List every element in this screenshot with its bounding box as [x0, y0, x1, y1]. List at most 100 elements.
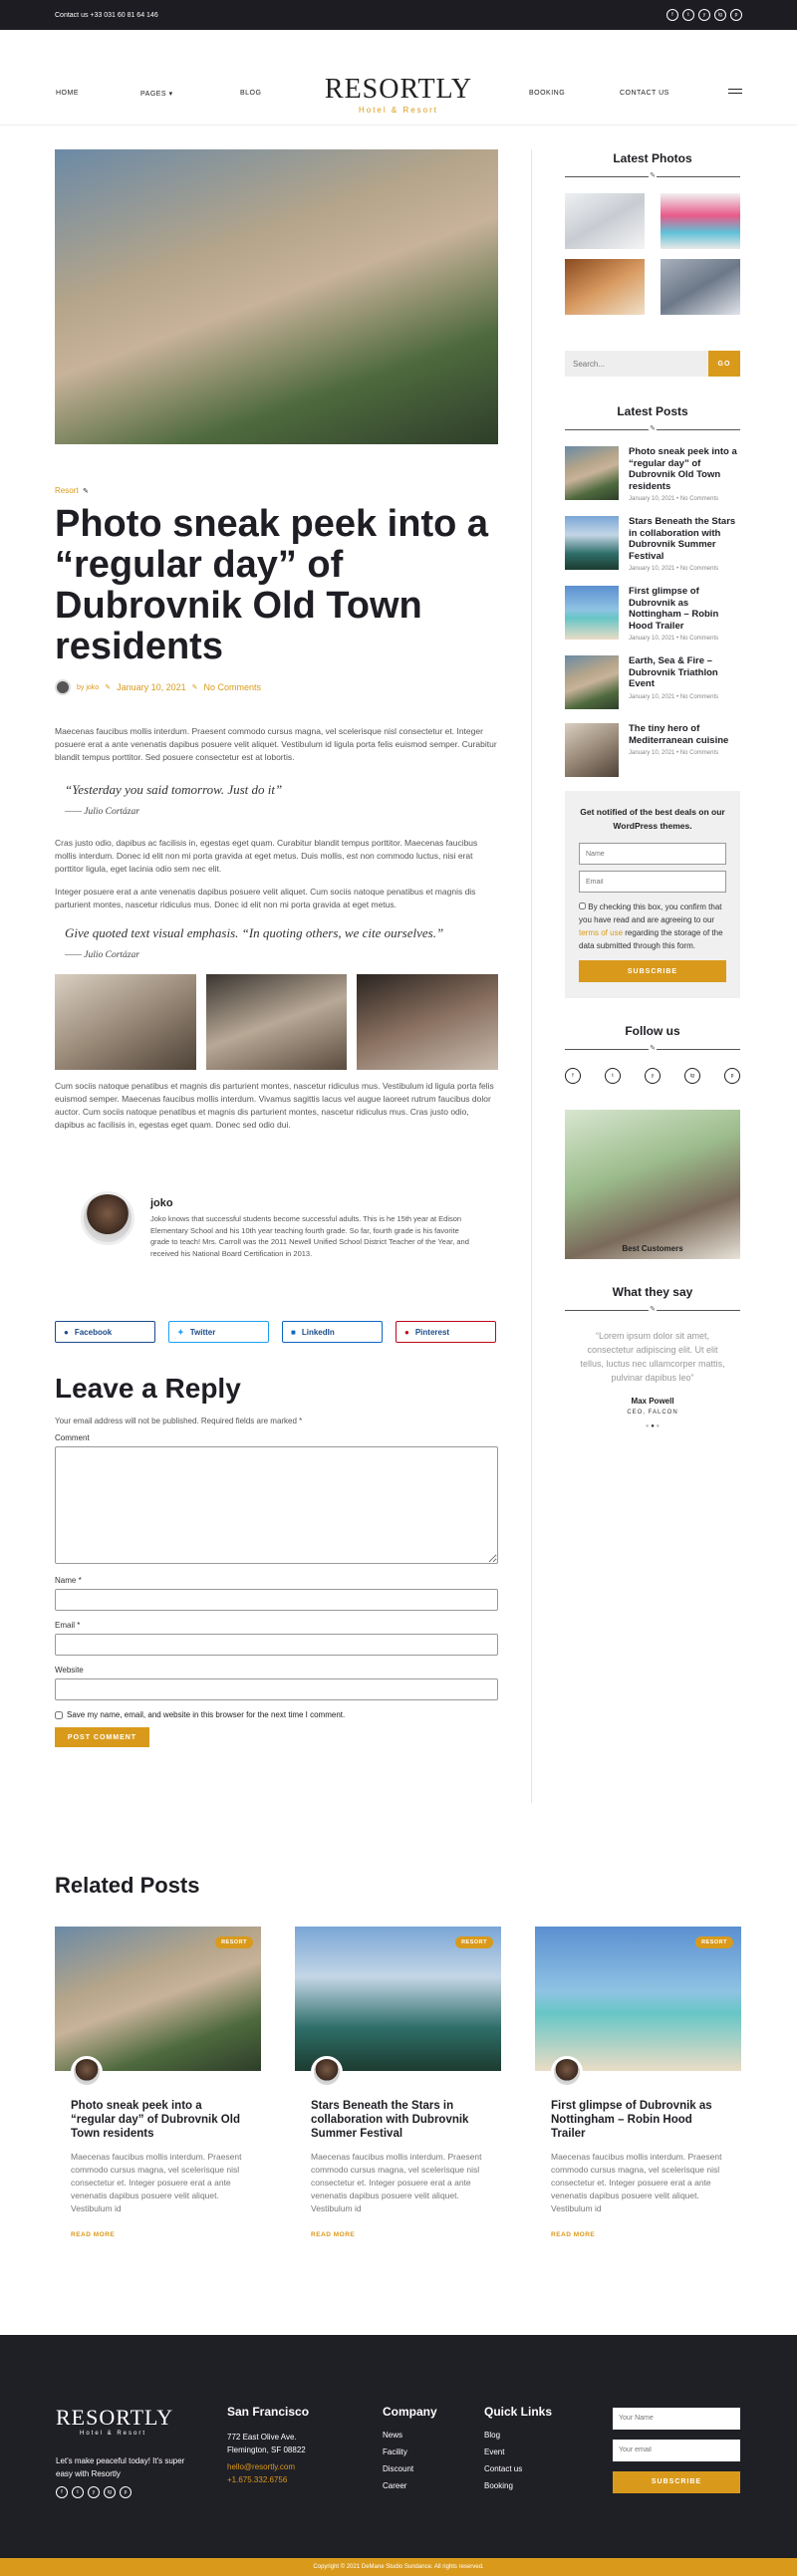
footer-phone[interactable]: +1.675.332.6756	[227, 2475, 309, 2484]
photo-thumb[interactable]	[565, 193, 645, 249]
footer-link[interactable]: Discount	[383, 2464, 437, 2473]
footer-link[interactable]: Contact us	[484, 2464, 552, 2473]
menu-icon[interactable]	[728, 89, 742, 97]
post-date[interactable]: January 10, 2021	[117, 682, 186, 692]
comment-field[interactable]	[55, 1446, 498, 1564]
instagram-icon[interactable]: ig	[104, 2486, 116, 2498]
terms-link[interactable]: terms of use	[579, 928, 623, 937]
footer-subscribe-button[interactable]: SUBSCRIBE	[613, 2470, 740, 2493]
related-post-title[interactable]: First glimpse of Dubrovnik as Nottingham…	[551, 2099, 725, 2141]
photo-thumb[interactable]	[661, 193, 740, 249]
search-input[interactable]	[565, 351, 708, 377]
instagram-icon[interactable]: ig	[684, 1068, 700, 1084]
post-meta: January 10, 2021 • No Comments	[629, 750, 719, 756]
category-link[interactable]: Resort	[55, 486, 79, 495]
read-more-link[interactable]: READ MORE	[551, 2231, 725, 2238]
read-more-link[interactable]: READ MORE	[311, 2231, 485, 2238]
gallery	[55, 974, 499, 1070]
nav-booking[interactable]: BOOKING	[529, 90, 565, 97]
search-button[interactable]: GO	[708, 351, 740, 377]
quote-author: —— Julio Cortázar	[65, 950, 139, 960]
post-title: Stars Beneath the Stars in collaboration…	[629, 516, 736, 562]
carousel-dots[interactable]: ● ● ●	[565, 1423, 740, 1429]
twitter-icon: ✦	[177, 1327, 184, 1337]
youtube-icon[interactable]: y	[645, 1068, 661, 1084]
footer-link[interactable]: Booking	[484, 2481, 552, 2490]
site-logo-sub: Hotel & Resort	[358, 106, 439, 115]
related-card[interactable]: RESORT Stars Beneath the Stars in collab…	[295, 1927, 501, 2238]
list-item[interactable]: Photo sneak peek into a “regular day” of…	[565, 446, 740, 502]
comment-icon: ✎	[191, 684, 198, 691]
site-logo[interactable]: RESORTLY	[0, 74, 797, 106]
author-link[interactable]: by joko	[77, 684, 99, 691]
top-social-icons: f t y ig p	[666, 9, 742, 21]
gallery-image[interactable]	[55, 974, 196, 1070]
share-twitter-button[interactable]: ✦ Twitter	[168, 1321, 269, 1343]
related-card[interactable]: RESORT First glimpse of Dubrovnik as Not…	[535, 1927, 741, 2238]
comments-link[interactable]: No Comments	[204, 682, 262, 692]
article: Resort ✎ Photo sneak peek into a “regula…	[55, 149, 499, 1747]
footer-email-input[interactable]	[613, 2439, 740, 2461]
list-item[interactable]: First glimpse of Dubrovnik as Nottingham…	[565, 586, 740, 642]
footer-link[interactable]: News	[383, 2431, 437, 2440]
youtube-icon[interactable]: y	[698, 9, 710, 21]
related-post-title[interactable]: Photo sneak peek into a “regular day” of…	[71, 2099, 245, 2141]
youtube-icon[interactable]: y	[88, 2486, 100, 2498]
photo-thumb[interactable]	[565, 259, 645, 315]
photo-thumb[interactable]	[661, 259, 740, 315]
footer-name-input[interactable]	[613, 2407, 740, 2430]
footer-link[interactable]: Facility	[383, 2447, 437, 2456]
gallery-image[interactable]	[205, 974, 348, 1070]
share-facebook-button[interactable]: ● Facebook	[55, 1321, 155, 1343]
instagram-icon[interactable]: ig	[714, 9, 726, 21]
name-field[interactable]	[55, 1589, 498, 1611]
footer-link[interactable]: Blog	[484, 2431, 552, 2440]
footer-link[interactable]: Event	[484, 2447, 552, 2456]
paragraph: Integer posuere erat a ante venenatis da…	[55, 887, 476, 909]
website-field[interactable]	[55, 1678, 498, 1700]
related-image: RESORT	[535, 1927, 741, 2088]
quote: Give quoted text visual emphasis. “In qu…	[65, 925, 444, 940]
footer-link[interactable]: Career	[383, 2481, 437, 2490]
facebook-icon[interactable]: f	[666, 9, 678, 21]
footer-company: Company News Facility Discount Career	[383, 2405, 437, 2490]
related-card[interactable]: RESORT Photo sneak peek into a “regular …	[55, 1927, 261, 2238]
author-name[interactable]: joko	[150, 1197, 173, 1209]
list-item[interactable]: Stars Beneath the Stars in collaboration…	[565, 516, 740, 572]
subscribe-button[interactable]: SUBSCRIBE	[579, 960, 726, 982]
consent-checkbox[interactable]	[579, 902, 586, 909]
nav-contact[interactable]: CONTACT US	[620, 90, 669, 97]
footer-email[interactable]: hello@resortly.com	[227, 2462, 309, 2471]
gallery-image[interactable]	[357, 974, 499, 1070]
post-meta: January 10, 2021 • No Comments	[629, 636, 719, 642]
pinterest-icon[interactable]: p	[120, 2486, 132, 2498]
email-field[interactable]	[55, 1634, 498, 1656]
pinterest-icon[interactable]: p	[724, 1068, 740, 1084]
twitter-icon[interactable]: t	[605, 1068, 621, 1084]
footer-logo[interactable]: RESORTLY	[56, 2405, 173, 2431]
newsletter-email-input[interactable]	[579, 871, 726, 893]
twitter-icon[interactable]: t	[682, 9, 694, 21]
facebook-icon[interactable]: f	[565, 1068, 581, 1084]
related-post-title[interactable]: Stars Beneath the Stars in collaboration…	[311, 2099, 485, 2141]
pinterest-icon[interactable]: p	[730, 9, 742, 21]
newsletter-name-input[interactable]	[579, 843, 726, 865]
list-item[interactable]: Earth, Sea & Fire – Dubrovnik Triathlon …	[565, 655, 740, 709]
footer-tagline: Let's make peaceful today! It's super ea…	[56, 2456, 185, 2478]
name-label: Name *	[55, 1576, 82, 1585]
share-pinterest-button[interactable]: ● Pinterest	[396, 1321, 496, 1343]
share-linkedin-button[interactable]: ■ LinkedIn	[282, 1321, 383, 1343]
twitter-icon[interactable]: t	[72, 2486, 84, 2498]
read-more-link[interactable]: READ MORE	[71, 2231, 245, 2238]
list-item[interactable]: The tiny hero of Mediterranean cuisine Ja…	[565, 723, 740, 777]
post-title: The tiny hero of Mediterranean cuisine	[629, 723, 729, 746]
divider: ✎	[565, 171, 740, 183]
post-meta: by joko ✎ January 10, 2021 ✎ No Comments	[55, 679, 498, 695]
facebook-icon[interactable]: f	[56, 2486, 68, 2498]
post-comment-button[interactable]: POST COMMENT	[55, 1727, 149, 1747]
paragraph: Cras justo odio, dapibus ac facilisis in…	[55, 838, 478, 874]
related-post-excerpt: Maecenas faucibus mollis interdum. Praes…	[311, 2152, 482, 2213]
save-info-checkbox[interactable]	[55, 1710, 63, 1719]
sidebar: Latest Photos ✎ GO Latest Posts ✎ Photo …	[565, 149, 740, 1429]
footer-quick-links: Quick Links Blog Event Contact us Bookin…	[484, 2405, 552, 2490]
